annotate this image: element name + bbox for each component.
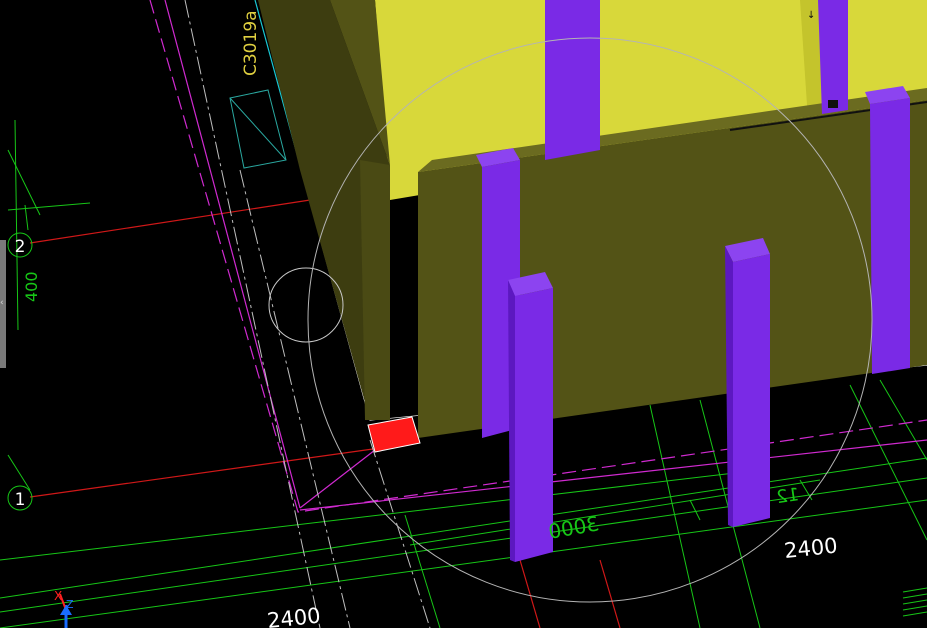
dimension-2400-right-label: 2400 [783, 534, 839, 563]
snap-circle-small [268, 267, 344, 343]
dimension-3000-label: 3000 [547, 511, 601, 543]
panel-collapse-handle[interactable]: ‹ [0, 240, 6, 368]
small-marker [828, 100, 838, 108]
column-free-1[interactable] [508, 272, 553, 562]
chevron-left-icon: ‹ [0, 298, 4, 308]
element-code-label[interactable]: C3019a [241, 10, 261, 76]
grid-bubble-1[interactable]: 1 [7, 485, 33, 511]
model-viewport[interactable]: 2 1 C3019a 400 3000 12 2400 2400 X Z ↓ ‹ [0, 0, 927, 628]
dimension-12-label: 12 [775, 484, 801, 508]
selected-corner-element[interactable] [367, 416, 421, 453]
opening-symbol [229, 89, 287, 169]
dimension-400-label: 400 [22, 271, 41, 302]
grid-label-2: 2 [15, 237, 26, 257]
column-back-2[interactable] [818, 0, 848, 114]
arrow-marker-icon: ↓ [807, 10, 815, 21]
viewport-canvas[interactable]: 2 1 C3019a 400 3000 12 2400 2400 X Z ↓ [0, 0, 927, 628]
hatch-marker [902, 587, 927, 617]
column-free-2[interactable] [725, 238, 770, 527]
column-back-1[interactable] [545, 0, 600, 160]
left-wall-end [360, 160, 390, 420]
ucs-z-label: Z [66, 598, 74, 611]
grid-label-1: 1 [15, 490, 26, 510]
ucs-icon: X Z [54, 589, 74, 628]
grid-bubble-2[interactable]: 2 [7, 232, 33, 258]
dimension-2400-bottom-label: 2400 [266, 604, 322, 628]
ucs-x-label: X [54, 589, 62, 603]
